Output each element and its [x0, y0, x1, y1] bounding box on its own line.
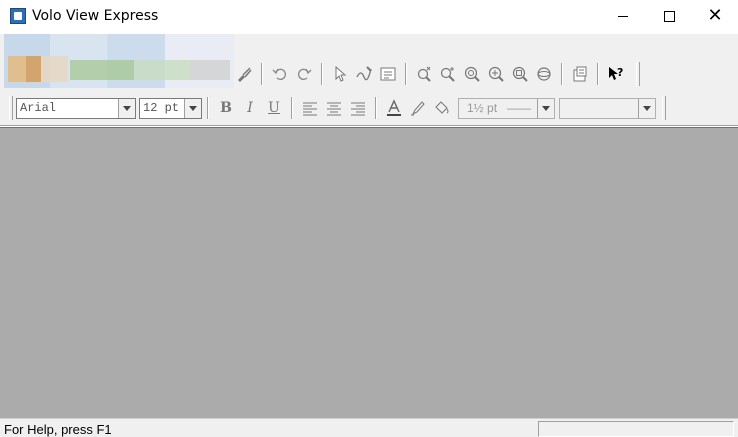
minimize-button[interactable]: [600, 0, 646, 32]
brush-button[interactable]: [232, 62, 256, 86]
zoom-window-icon: [488, 66, 504, 82]
zoom-window-button[interactable]: [484, 62, 508, 86]
color-combo[interactable]: [559, 97, 656, 119]
properties-button[interactable]: [568, 62, 592, 86]
maximize-icon: [663, 10, 675, 22]
zoom-in-icon: [440, 67, 455, 82]
font-size-combo[interactable]: 12 pt: [139, 97, 202, 119]
chevron-down-icon[interactable]: [537, 98, 554, 118]
pen-markup-icon: [356, 66, 372, 81]
align-center-icon: [327, 102, 341, 116]
align-right-button[interactable]: [346, 96, 370, 120]
bold-icon: B: [220, 100, 232, 116]
font-name-combo[interactable]: Arial: [16, 97, 136, 119]
status-pane: [538, 421, 734, 437]
toolbar-separator: [261, 63, 263, 85]
line-width-value: 1½ pt ——: [459, 101, 537, 115]
zoom-out-button[interactable]: [460, 62, 484, 86]
align-left-button[interactable]: [298, 96, 322, 120]
title-bar: Volo View Express ✕: [0, 0, 738, 34]
orbit-button[interactable]: [532, 62, 556, 86]
format-toolbar: Arial 12 pt B I U 1½ pt ——: [6, 93, 669, 123]
chevron-down-icon[interactable]: [638, 98, 655, 118]
toolbar-grip[interactable]: [9, 96, 13, 120]
chevron-down-icon[interactable]: [118, 98, 135, 118]
maximize-button[interactable]: [646, 0, 692, 32]
obscured-toolbar-region-2: [70, 60, 230, 80]
markup-button[interactable]: [352, 62, 376, 86]
minimize-icon: [618, 15, 628, 17]
text-color-button[interactable]: [382, 96, 406, 120]
whats-this-help-button[interactable]: ?: [604, 62, 628, 86]
window-title: Volo View Express: [32, 8, 159, 24]
font-name-value: Arial: [20, 101, 57, 115]
orbit-icon: [537, 67, 551, 81]
document-canvas[interactable]: [0, 127, 738, 418]
toolbar-end-edge: [662, 96, 666, 120]
status-help-text: For Help, press F1: [4, 422, 112, 437]
line-width-combo[interactable]: 1½ pt ——: [458, 97, 555, 119]
pen-color-icon: [411, 101, 425, 116]
italic-icon: I: [247, 100, 253, 116]
zoom-extents-icon: [512, 66, 528, 82]
zoom-realtime-button[interactable]: [412, 62, 436, 86]
brush-icon: [238, 67, 252, 82]
status-bar: For Help, press F1: [0, 418, 738, 437]
zoom-out-icon: [464, 66, 480, 82]
zoom-realtime-icon: [417, 66, 431, 82]
toolbar-separator: [207, 97, 209, 119]
underline-icon: U: [268, 100, 280, 116]
text-box-icon: [380, 67, 396, 81]
text-button[interactable]: [376, 62, 400, 86]
undo-button[interactable]: [268, 62, 292, 86]
toolbar-separator: [321, 63, 323, 85]
close-icon: ✕: [707, 5, 723, 26]
toolbar-separator: [561, 63, 563, 85]
pen-color-button[interactable]: [406, 96, 430, 120]
line-width-text: 1½ pt: [467, 101, 498, 115]
text-color-icon: [387, 99, 401, 116]
font-size-value: 12 pt: [143, 101, 180, 115]
close-button[interactable]: ✕: [692, 0, 738, 32]
main-toolbar: ?: [232, 59, 643, 89]
toolbar-separator: [375, 97, 377, 119]
select-button[interactable]: [328, 62, 352, 86]
zoom-in-button[interactable]: [436, 62, 460, 86]
redo-icon: [298, 68, 312, 80]
whats-this-help-icon: ?: [609, 66, 623, 80]
redo-button[interactable]: [292, 62, 316, 86]
underline-button[interactable]: U: [262, 96, 286, 120]
line-style-text: ——: [507, 101, 532, 115]
svg-text:?: ?: [617, 66, 623, 79]
chevron-down-icon[interactable]: [184, 98, 201, 118]
toolbar-separator: [597, 63, 599, 85]
align-right-icon: [351, 102, 365, 116]
app-icon[interactable]: [10, 8, 26, 24]
align-center-button[interactable]: [322, 96, 346, 120]
undo-icon: [272, 68, 286, 80]
paint-bucket-icon: [435, 101, 449, 114]
fill-color-button[interactable]: [430, 96, 454, 120]
zoom-extents-button[interactable]: [508, 62, 532, 86]
properties-icon: [573, 66, 587, 82]
bold-button[interactable]: B: [214, 96, 238, 120]
obscured-toolbar-region: [8, 56, 68, 82]
align-left-icon: [303, 102, 317, 116]
toolbar-separator: [291, 97, 293, 119]
italic-button[interactable]: I: [238, 96, 262, 120]
toolbar-area: ? Arial 12 pt B I U 1½ pt ——: [0, 34, 738, 126]
toolbar-separator: [405, 63, 407, 85]
toolbar-end-edge: [636, 62, 640, 86]
arrow-pointer-icon: [335, 65, 347, 82]
